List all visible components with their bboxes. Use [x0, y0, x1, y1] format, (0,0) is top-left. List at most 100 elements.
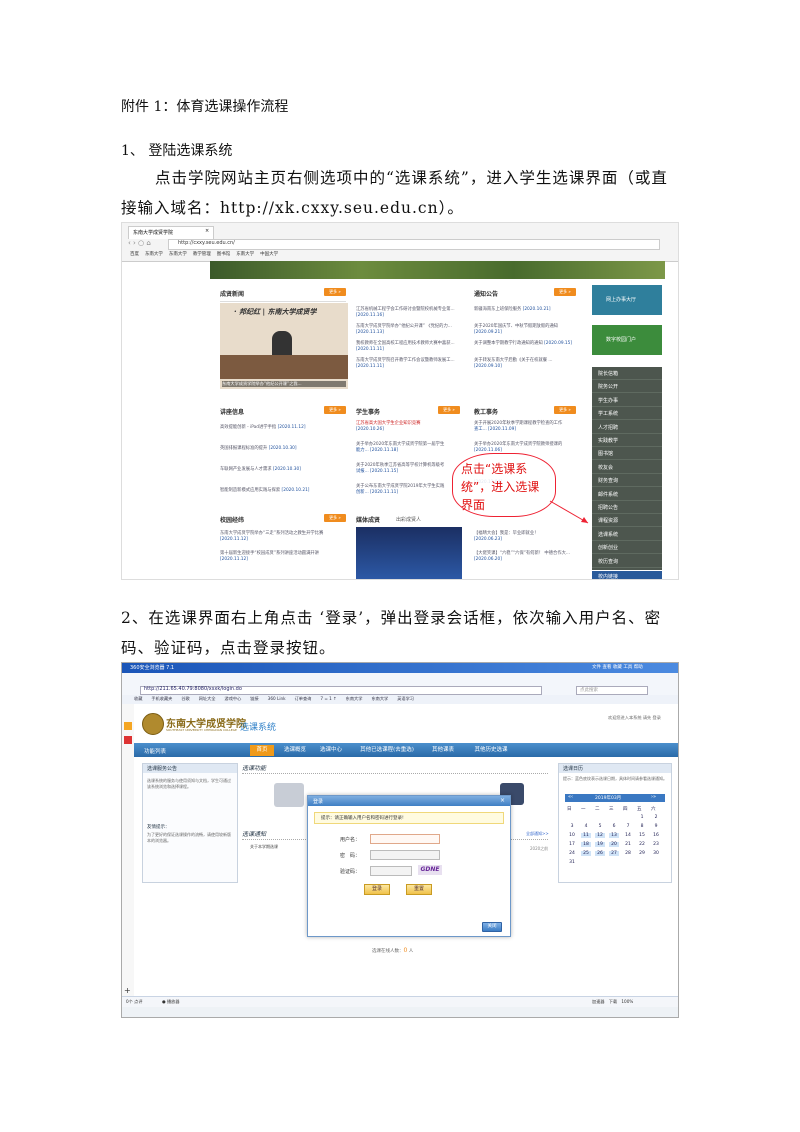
- attachment-heading: 附件 1：体育选课操作流程: [121, 99, 289, 115]
- calendar-day[interactable]: 30: [651, 851, 661, 856]
- homepage-screenshot: 东南大学成贤学院 × ‹ › ○ ⌂ http://cxxy.seu.edu.cn…: [121, 222, 679, 580]
- calendar-weekday: 五: [637, 807, 642, 812]
- calendar-day[interactable]: 24: [567, 851, 577, 856]
- username-input[interactable]: [370, 834, 440, 844]
- calendar-weekday: 日: [567, 807, 572, 812]
- captcha-input[interactable]: [370, 866, 412, 876]
- calendar-weekday: 二: [595, 807, 600, 812]
- bookmark-item[interactable]: 7 = 1 ↑: [320, 696, 336, 701]
- menu-item[interactable]: 收藏: [613, 665, 622, 670]
- calendar-day[interactable]: 3: [567, 824, 577, 829]
- notice-item[interactable]: 关于本学期选课: [250, 844, 278, 850]
- status-accelerator[interactable]: 加速器: [592, 999, 605, 1004]
- calendar-day[interactable]: 7: [623, 824, 633, 829]
- status-left: 0个 点评: [126, 999, 143, 1004]
- tab-overview[interactable]: 选课概览: [280, 745, 310, 756]
- menu-item[interactable]: 查看: [602, 665, 611, 670]
- calendar-day[interactable]: 6: [609, 824, 619, 829]
- status-download[interactable]: 下载: [609, 999, 617, 1004]
- login-button[interactable]: 登录: [364, 884, 390, 895]
- prev-month-icon[interactable]: «‹: [568, 794, 573, 800]
- captcha-image[interactable]: GDNE: [418, 865, 442, 875]
- calendar-day[interactable]: 13: [609, 833, 619, 838]
- calendar-day[interactable]: 22: [637, 842, 647, 847]
- bookmark-item[interactable]: 东南大学: [371, 696, 388, 701]
- status-player: ● 播放器: [162, 999, 180, 1004]
- calendar-day[interactable]: 20: [609, 842, 619, 847]
- calendar-day[interactable]: 12: [595, 833, 605, 838]
- tab-history[interactable]: 其他历史选课: [466, 745, 516, 756]
- calendar-day[interactable]: 16: [651, 833, 661, 838]
- dialog-title: 登录: [313, 798, 324, 805]
- tab-other-selected[interactable]: 其他已选课程(去重选): [354, 745, 420, 756]
- password-label: 密 码：: [340, 853, 361, 859]
- bookmark-item[interactable]: 手机收藏夹: [151, 696, 172, 701]
- calendar-day[interactable]: 15: [637, 833, 647, 838]
- dialog-close-button[interactable]: 关闭: [482, 922, 502, 932]
- password-input[interactable]: [370, 850, 440, 860]
- calendar-day[interactable]: 25: [581, 851, 591, 856]
- calendar-month: 2019年03月: [595, 796, 622, 801]
- calendar-day[interactable]: 21: [623, 842, 633, 847]
- bookmark-item[interactable]: 谷歌: [181, 696, 189, 701]
- menu-item[interactable]: 工具: [623, 665, 632, 670]
- nav-left-title: 功能列表: [144, 749, 167, 755]
- bookmark-item[interactable]: 链接: [250, 696, 258, 701]
- calendar-day[interactable]: 11: [581, 833, 591, 838]
- calendar-day[interactable]: 31: [567, 860, 577, 865]
- function-icon[interactable]: [274, 783, 304, 807]
- captcha-label: 验证码：: [340, 869, 361, 875]
- school-logo-icon: [142, 713, 164, 735]
- login-dialog: 登录 × 提示：请正确输入用户名和密码进行登录! 用户名： 密 码： 验证码： …: [307, 795, 511, 937]
- reset-button[interactable]: 重置: [406, 884, 432, 895]
- online-count: 0: [403, 947, 408, 954]
- menu-item[interactable]: 文件: [592, 665, 601, 670]
- bookmark-item[interactable]: 网址大全: [199, 696, 216, 701]
- menu-bar: 文件 查看 收藏 工具 帮助: [592, 664, 643, 670]
- bookmark-item[interactable]: 订单查询: [295, 696, 312, 701]
- calendar-day[interactable]: 29: [637, 851, 647, 856]
- prompt-bar: 提示：请正确输入用户名和密码进行登录!: [314, 812, 504, 824]
- close-icon[interactable]: ×: [500, 797, 505, 804]
- calendar-day[interactable]: 28: [623, 851, 633, 856]
- calendar-day[interactable]: 4: [581, 824, 591, 829]
- login-link[interactable]: 欢迎您进入本系统 请先 登录: [608, 715, 661, 721]
- window-titlebar: 360安全浏览器 7.1 文件 查看 收藏 工具 帮助: [122, 663, 678, 673]
- notice-heading: 选课通知: [242, 831, 267, 838]
- bookmark-item[interactable]: 游戏中心: [225, 696, 242, 701]
- calendar-day[interactable]: 18: [581, 842, 591, 847]
- url-text: http://211.65.40.79:8080/xsxk/login.do: [144, 686, 242, 692]
- status-zoom[interactable]: 100%: [621, 999, 633, 1004]
- menu-item[interactable]: 帮助: [634, 665, 643, 670]
- dialog-titlebar: 登录 ×: [308, 796, 510, 806]
- search-box[interactable]: 点此搜索: [576, 686, 648, 695]
- calendar-weekday: 一: [581, 807, 586, 812]
- add-icon[interactable]: +: [124, 986, 131, 995]
- step1-title: 1、 登陆选课系统: [121, 143, 233, 159]
- bookmark-item[interactable]: 东南大学: [346, 696, 363, 701]
- calendar-day[interactable]: 2: [651, 815, 661, 820]
- calendar-day[interactable]: 19: [595, 842, 605, 847]
- calendar-panel: 选课日历 提示：蓝色底纹表示选课日期，具体时间请参看选课通知。 2019年03月…: [558, 763, 672, 883]
- calendar-day[interactable]: 10: [567, 833, 577, 838]
- bookmark-item[interactable]: 收藏: [134, 696, 142, 701]
- calendar-day[interactable]: 26: [595, 851, 605, 856]
- bookmark-item[interactable]: 360 Link: [268, 696, 286, 701]
- notice-date: 2020之前: [530, 846, 549, 851]
- calendar-day[interactable]: 1: [637, 815, 647, 820]
- calendar-day[interactable]: 14: [623, 833, 633, 838]
- calendar-day[interactable]: 23: [651, 842, 661, 847]
- tab-schedule[interactable]: 其他课表: [426, 745, 460, 756]
- online-count-line: 选课在线人数：0 人: [372, 947, 413, 954]
- next-month-icon[interactable]: ›»: [651, 794, 656, 800]
- step1-body: 点击学院网站主页右侧选项中的“选课系统”，进入学生选课界面（或直接输入域名：ht…: [121, 169, 668, 217]
- bookmark-item[interactable]: 英语学习: [397, 696, 414, 701]
- all-notices-link[interactable]: 全部通知>>: [526, 831, 549, 837]
- calendar-day[interactable]: 8: [637, 824, 647, 829]
- calendar-day[interactable]: 17: [567, 842, 577, 847]
- tab-center[interactable]: 选课中心: [316, 745, 346, 756]
- tab-home[interactable]: 首页: [250, 745, 274, 756]
- calendar-day[interactable]: 5: [595, 824, 605, 829]
- calendar-day[interactable]: 27: [609, 851, 619, 856]
- calendar-day[interactable]: 9: [651, 824, 661, 829]
